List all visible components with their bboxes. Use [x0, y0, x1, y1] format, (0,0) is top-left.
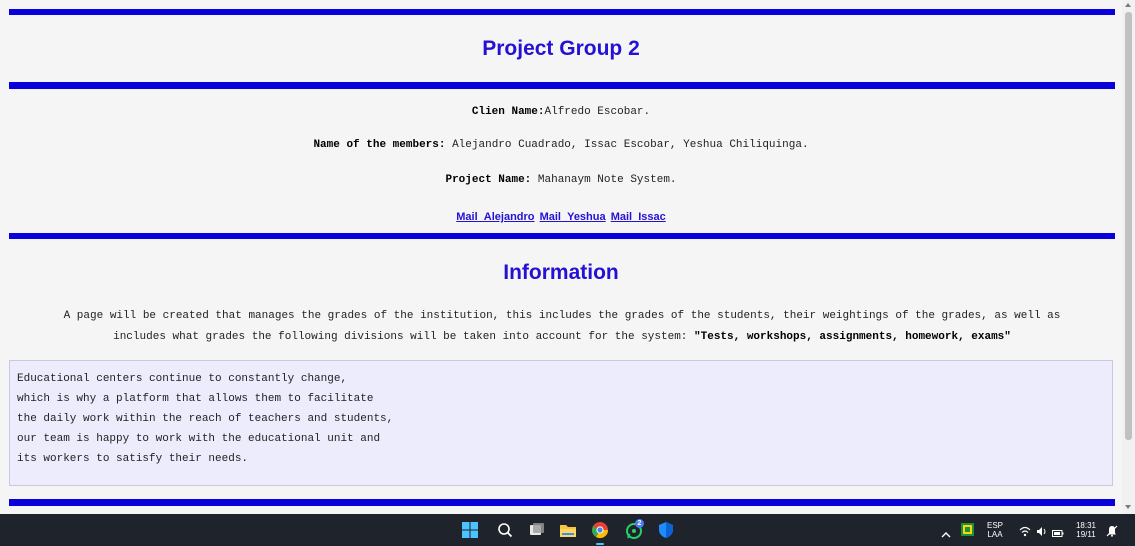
mail-issac-link[interactable]: Mail_Issac: [611, 211, 666, 223]
members-label: Name of the members:: [313, 139, 446, 151]
project-name-value: Mahanaym Note System.: [531, 174, 677, 186]
project-name-line: Project Name: Mahanaym Note System.: [0, 174, 1122, 186]
information-paragraph: A page will be created that manages the …: [20, 306, 1104, 348]
notification-bell-icon[interactable]: [1106, 524, 1118, 542]
wifi-icon[interactable]: [1019, 524, 1031, 542]
client-name-line: Clien Name:Alfredo Escobar.: [0, 106, 1122, 118]
information-title: Information: [503, 261, 619, 284]
top-divider: [9, 9, 1115, 15]
windows-start-icon[interactable]: [461, 521, 479, 539]
whatsapp-badge: 2: [635, 519, 644, 528]
language-code: ESP: [986, 521, 1003, 530]
description-line: the daily work within the reach of teach…: [17, 413, 394, 425]
client-name-label: Clien Name:: [471, 106, 545, 118]
description-line: our team is happy to work with the educa…: [17, 433, 381, 445]
app-tray-icon[interactable]: [961, 523, 974, 536]
chevron-up-icon[interactable]: [941, 526, 951, 544]
language-indicator[interactable]: ESP LAA: [986, 521, 1004, 539]
vertical-scrollbar[interactable]: [1122, 0, 1135, 514]
information-divisions: "Tests, workshops, assignments, homework…: [694, 331, 1011, 343]
description-box: Educational centers continue to constant…: [9, 360, 1113, 486]
bottom-divider: [9, 499, 1115, 506]
members-value: Alejandro Cuadrado, Issac Escobar, Yeshu…: [445, 139, 809, 151]
information-text-1: A page will be created that manages the …: [63, 310, 1061, 322]
file-explorer-icon[interactable]: [559, 521, 577, 539]
task-view-icon[interactable]: [528, 521, 546, 539]
search-icon[interactable]: [496, 521, 514, 539]
scroll-down-icon[interactable]: [1125, 505, 1131, 509]
chrome-icon[interactable]: [591, 521, 609, 539]
clock-date: 19/11: [1076, 530, 1096, 539]
mail-yeshua-link[interactable]: Mail_Yeshua: [540, 211, 606, 223]
scroll-up-icon[interactable]: [1125, 3, 1131, 7]
chrome-active-indicator: [596, 543, 604, 545]
volume-icon[interactable]: [1036, 524, 1048, 542]
mail-alejandro-link[interactable]: Mail_Alejandro: [456, 211, 534, 223]
whatsapp-badge-count: 2: [637, 520, 642, 527]
scroll-thumb[interactable]: [1125, 12, 1132, 440]
description-line: its workers to satisfy their needs.: [17, 453, 249, 465]
section-divider: [9, 233, 1115, 239]
information-text-2: includes what grades the following divis…: [113, 331, 695, 343]
keyboard-layout: LAA: [987, 530, 1003, 539]
members-line: Name of the members: Alejandro Cuadrado,…: [0, 139, 1122, 151]
page-title: Project Group 2: [482, 37, 640, 60]
description-line: Educational centers continue to constant…: [17, 373, 348, 385]
clock[interactable]: 18:31 19/11: [1074, 521, 1098, 539]
shield-app-icon[interactable]: [657, 521, 675, 539]
taskbar: 2 ESP LAA 18:31 19/11: [0, 514, 1135, 546]
description-line: which is why a platform that allows them…: [17, 393, 374, 405]
web-page: Project Group 2 Clien Name:Alfredo Escob…: [0, 0, 1122, 514]
clock-time: 18:31: [1075, 521, 1097, 530]
header-divider: [9, 82, 1115, 89]
battery-icon[interactable]: [1052, 525, 1064, 543]
client-name-value: Alfredo Escobar.: [544, 106, 651, 118]
mail-links: Mail_Alejandro Mail_Yeshua Mail_Issac: [0, 211, 1122, 223]
project-name-label: Project Name:: [445, 174, 532, 186]
